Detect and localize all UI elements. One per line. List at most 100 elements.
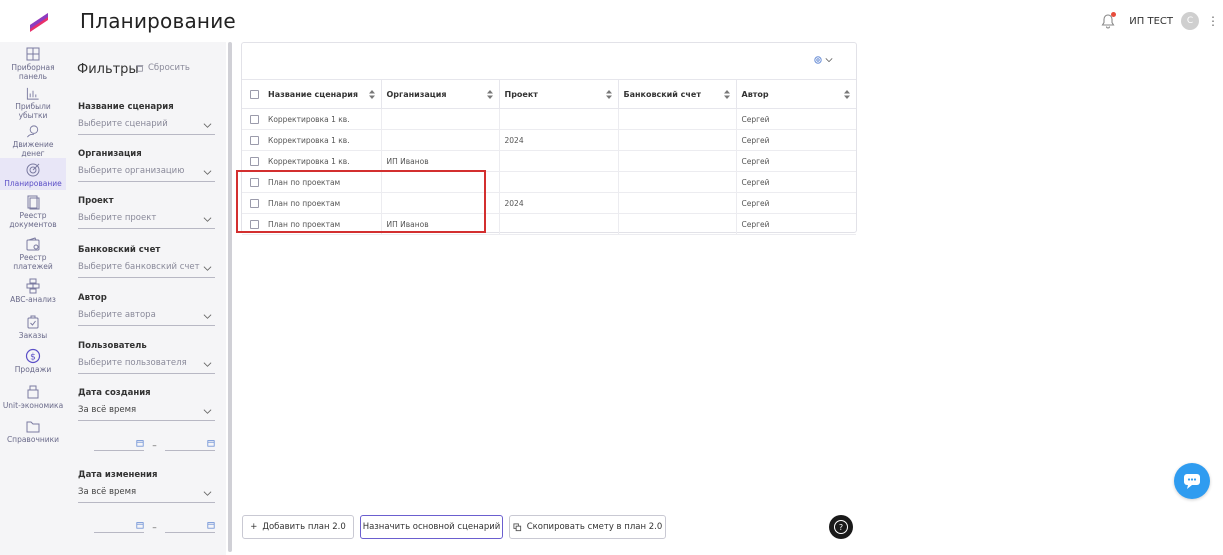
filters-scrollbar[interactable] [228,42,232,552]
avatar[interactable]: С [1181,12,1199,30]
select-placeholder: Выберите автора [78,310,156,320]
cell-project: 2024 [499,129,619,151]
top-header: Планирование ИП ТЕСТ С ⋮ [0,0,1223,42]
dashboard-icon [26,47,40,61]
column-header-bank-account[interactable]: Банковский счет [618,79,737,109]
calendar-icon [136,522,144,529]
cell-scenario: План по проектам [263,192,382,214]
nav-label: Справочники [6,435,60,444]
table-row[interactable]: Корректировка 1 кв. 2024 Сергей [242,129,856,151]
calendar-icon [207,440,215,447]
nav-item-cashflow[interactable]: Движение денег [0,120,66,158]
column-header-organization[interactable]: Организация [381,79,500,109]
nav-label: Реестр платежей [13,253,53,271]
filter-label: Название сценария [78,102,174,112]
row-checkbox[interactable] [250,156,259,166]
trash-icon [136,65,144,72]
nav-item-dashboard[interactable]: Приборная панель [0,42,66,82]
table-row[interactable]: План по проектам ИП Иванов Сергей [242,213,856,235]
chat-support-button[interactable] [1174,463,1210,499]
sort-icon[interactable] [723,90,730,99]
scenarios-table-card: Название сценария Организация Проект Бан… [241,42,857,235]
filter-label: Дата изменения [78,470,158,480]
filter-created-date: Дата создания За всё время [78,388,215,421]
nav-label: Unit-экономика [2,401,64,410]
row-select-cell [242,192,263,214]
sort-icon[interactable] [605,90,612,99]
set-main-scenario-button[interactable]: Назначить основной сценарий [360,515,503,539]
cell-bank-account [618,192,737,214]
sort-icon[interactable] [844,90,850,99]
nav-item-orders[interactable]: Заказы [0,310,66,344]
created-date-to[interactable] [165,439,215,451]
select-placeholder: Выберите банковский счет [78,262,200,272]
add-plan-button[interactable]: + Добавить план 2.0 [242,515,354,539]
orders-icon [27,315,39,329]
created-date-from[interactable] [94,439,144,451]
nav-item-documents[interactable]: Реестр документов [0,190,66,232]
filter-label: Дата создания [78,388,151,398]
select-value: За всё время [78,405,137,415]
nav-label: Планирование [4,179,62,188]
filter-bank-account: Банковский счет Выберите банковский счет [78,245,215,278]
nav-item-profit[interactable]: Прибыли убытки [0,82,66,120]
column-header-scenario[interactable]: Название сценария [263,79,382,109]
project-select[interactable]: Выберите проект [78,213,215,229]
column-header-author[interactable]: Автор [736,79,856,109]
created-period-select[interactable]: За всё время [78,405,215,421]
chevron-down-icon [203,266,212,271]
cell-organization [381,192,500,214]
nav-item-planning[interactable]: Планирование [0,158,66,190]
filters-panel: Фильтры Сбросить Название сценария Выбер… [66,42,226,555]
sort-icon[interactable] [486,90,493,99]
row-checkbox[interactable] [250,198,259,208]
more-menu-icon[interactable]: ⋮ [1207,14,1219,28]
cell-scenario: Корректировка 1 кв. [263,129,382,151]
nav-item-unit[interactable]: Unit-экономика [0,380,66,414]
nav-item-references[interactable]: Справочники [0,414,66,444]
copy-estimate-label: Скопировать смету в план 2.0 [526,522,663,532]
organization-select[interactable]: Выберите организацию [78,166,215,182]
table-row[interactable]: План по проектам Сергей [242,171,856,193]
bell-icon[interactable] [1099,12,1117,30]
date-range-dash: – [152,523,157,533]
modified-date-from[interactable] [94,521,144,533]
modified-period-select[interactable]: За всё время [78,487,215,503]
user-select[interactable]: Выберите пользователя [78,358,215,374]
cell-organization [381,171,500,193]
reset-filters-button[interactable]: Сбросить [136,63,190,73]
modified-date-range: – [94,521,215,533]
table-row[interactable]: Корректировка 1 кв. Сергей [242,108,856,130]
nav-item-payments[interactable]: Реестр платежей [0,232,66,274]
nav-item-sales[interactable]: $ Продажи [0,344,66,380]
chart-icon [26,87,39,100]
row-checkbox[interactable] [250,219,259,229]
modified-date-to[interactable] [165,521,215,533]
user-name[interactable]: ИП ТЕСТ [1129,16,1173,27]
row-checkbox[interactable] [250,114,259,124]
sort-icon[interactable] [368,90,375,99]
select-placeholder: Выберите пользователя [78,358,187,368]
row-checkbox[interactable] [250,135,259,145]
bank-account-select[interactable]: Выберите банковский счет [78,262,215,278]
table-row[interactable]: План по проектам 2024 Сергей [242,192,856,214]
cell-bank-account [618,213,737,235]
help-button[interactable]: ? [829,515,853,539]
select-all-checkbox[interactable] [250,89,259,99]
cell-organization [381,108,500,130]
author-select[interactable]: Выберите автора [78,310,215,326]
cell-project: 2024 [499,192,619,214]
copy-estimate-button[interactable]: Скопировать смету в план 2.0 [509,515,666,539]
table-settings-button[interactable] [813,55,833,65]
scenario-select[interactable]: Выберите сценарий [78,119,215,135]
app-logo-icon[interactable] [28,11,50,33]
nav-item-abc[interactable]: ABC-анализ [0,274,66,310]
cell-author: Сергей [736,129,856,151]
select-placeholder: Выберите организацию [78,166,185,176]
table-row[interactable]: Корректировка 1 кв. ИП Иванов Сергей [242,150,856,172]
nav-label: Прибыли убытки [15,102,51,120]
chevron-down-icon [825,58,833,63]
column-header-project[interactable]: Проект [499,79,619,109]
folder-icon [26,421,40,433]
row-checkbox[interactable] [250,177,259,187]
